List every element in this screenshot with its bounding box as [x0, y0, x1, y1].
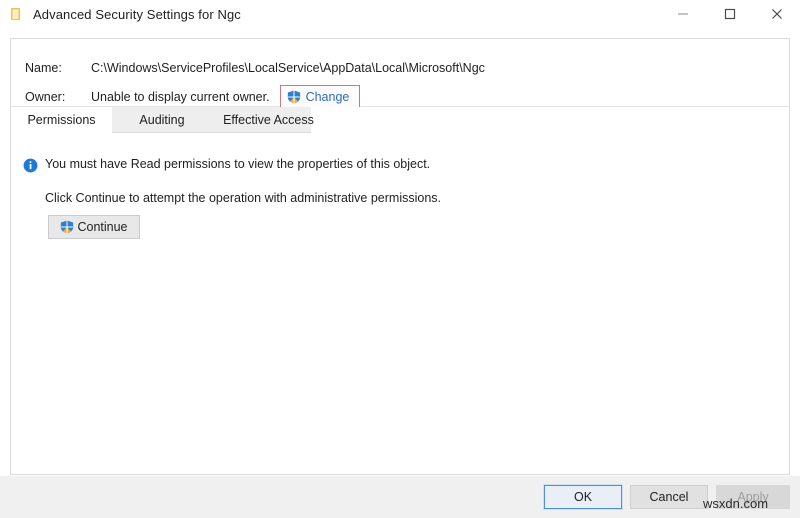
uac-shield-icon [60, 220, 74, 234]
owner-label: Owner: [25, 90, 66, 104]
tab-permissions[interactable]: Permissions [11, 107, 112, 133]
notice-text: You must have Read permissions to view t… [45, 157, 431, 171]
content-panel: Name: C:\Windows\ServiceProfiles\LocalSe… [10, 38, 790, 475]
ok-button[interactable]: OK [544, 485, 622, 509]
owner-value: Unable to display current owner. [91, 90, 270, 104]
maximize-icon[interactable] [706, 0, 753, 28]
dialog-footer: OK Cancel Apply [0, 476, 800, 518]
tab-strip: Permissions Auditing Effective Access [11, 107, 789, 133]
title-bar: Advanced Security Settings for Ngc [0, 0, 800, 28]
change-owner-highlight: Change [279, 85, 361, 109]
watermark: wsxdn.com [703, 496, 769, 511]
window-controls [659, 0, 800, 28]
minimize-icon[interactable] [659, 0, 706, 28]
permissions-tab-panel: You must have Read permissions to view t… [11, 133, 789, 474]
continue-button-label: Continue [77, 220, 128, 234]
uac-shield-icon [287, 90, 301, 104]
tab-auditing[interactable]: Auditing [112, 107, 212, 133]
read-permission-notice: You must have Read permissions to view t… [23, 157, 430, 173]
advanced-security-settings-window: Advanced Security Settings for Ngc Name:… [0, 0, 800, 518]
window-title: Advanced Security Settings for Ngc [33, 6, 241, 22]
close-icon[interactable] [753, 0, 800, 28]
owner-row: Owner: Unable to display current owner. … [11, 85, 789, 109]
object-info-section: Name: C:\Windows\ServiceProfiles\LocalSe… [11, 39, 789, 109]
tab-effective-access[interactable]: Effective Access [212, 107, 325, 133]
change-owner-link[interactable]: Change [306, 90, 350, 104]
name-value: C:\Windows\ServiceProfiles\LocalService\… [91, 61, 485, 75]
info-icon [23, 158, 38, 173]
folder-icon [10, 7, 23, 21]
continue-button[interactable]: Continue [48, 215, 140, 239]
cancel-button[interactable]: Cancel [630, 485, 708, 509]
name-row: Name: C:\Windows\ServiceProfiles\LocalSe… [11, 57, 789, 79]
name-label: Name: [25, 61, 62, 75]
continue-hint-text: Click Continue to attempt the operation … [45, 191, 442, 205]
